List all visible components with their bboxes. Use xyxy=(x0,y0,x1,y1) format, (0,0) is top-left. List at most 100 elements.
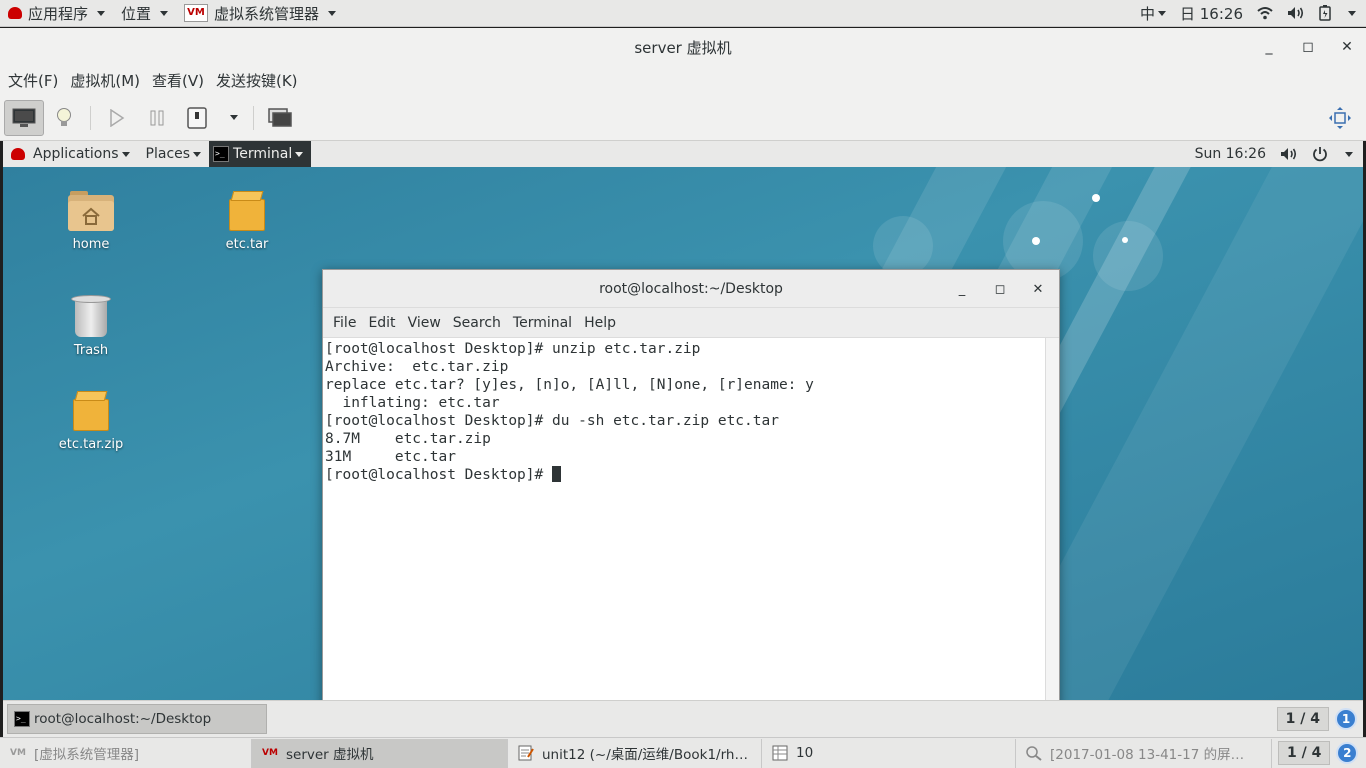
guest-places-menu[interactable]: Places xyxy=(138,141,210,167)
terminal-line: Archive: etc.tar.zip xyxy=(325,359,509,375)
host-task-virt-manager[interactable]: VM [虚拟系统管理器] xyxy=(0,738,252,768)
host-places-menu[interactable]: 位置 xyxy=(113,0,176,27)
guest-display[interactable]: Applications Places >_ Terminal Sun 16:2… xyxy=(3,141,1363,737)
menu-file[interactable]: 文件(F) xyxy=(2,70,64,91)
archive-icon xyxy=(229,191,265,231)
volume-icon[interactable] xyxy=(1280,147,1298,161)
archive-icon xyxy=(73,391,109,431)
maximize-button[interactable]: ◻ xyxy=(981,270,1019,308)
terminal-menu-file[interactable]: File xyxy=(327,315,362,331)
workspace-indicator[interactable]: 1 / 4 xyxy=(1278,741,1331,765)
chevron-down-icon xyxy=(160,10,169,16)
volume-icon[interactable] xyxy=(1287,6,1305,20)
host-task-spreadsheet[interactable]: 10 xyxy=(762,738,1016,768)
terminal-menu-help[interactable]: Help xyxy=(578,315,622,331)
wifi-icon[interactable] xyxy=(1257,6,1273,20)
battery-icon[interactable] xyxy=(1319,5,1331,21)
redhat-logo-icon xyxy=(8,7,22,19)
terminal-scrollbar[interactable] xyxy=(1045,338,1059,710)
guest-applications-label: Applications xyxy=(33,146,119,162)
power-icon[interactable] xyxy=(1312,146,1328,162)
fullscreen-button[interactable] xyxy=(1320,100,1360,136)
guest-applications-menu[interactable]: Applications xyxy=(3,141,138,167)
terminal-menu-terminal[interactable]: Terminal xyxy=(507,315,578,331)
minimize-button[interactable]: _ xyxy=(943,270,981,308)
input-method-indicator[interactable]: 中 xyxy=(1140,3,1166,24)
notification-badge[interactable]: 2 xyxy=(1336,742,1359,764)
host-applications-label: 应用程序 xyxy=(28,4,89,23)
show-details-button[interactable] xyxy=(44,100,84,136)
snapshots-button[interactable] xyxy=(260,100,300,136)
terminal-prompt: [root@localhost Desktop]# xyxy=(325,467,552,483)
minimize-button[interactable]: _ xyxy=(1250,28,1288,66)
chevron-down-icon xyxy=(97,10,106,16)
wallpaper-bokeh xyxy=(873,216,933,276)
system-menu-chevron-icon[interactable] xyxy=(1345,151,1353,157)
terminal-line: 8.7M etc.tar.zip xyxy=(325,431,491,447)
close-button[interactable]: ✕ xyxy=(1019,270,1057,308)
host-active-app-menu[interactable]: VM 虚拟系统管理器 xyxy=(176,0,344,27)
host-applications-menu[interactable]: 应用程序 xyxy=(0,0,113,27)
run-button[interactable] xyxy=(97,100,137,136)
guest-task-terminal[interactable]: >_ root@localhost:~/Desktop xyxy=(7,704,267,734)
terminal-menu-search[interactable]: Search xyxy=(447,315,507,331)
menu-send-key[interactable]: 发送按键(K) xyxy=(210,70,304,91)
pause-icon xyxy=(150,110,164,125)
wallpaper-dot xyxy=(1092,194,1100,202)
host-active-app-label: 虚拟系统管理器 xyxy=(214,4,320,23)
lightbulb-icon xyxy=(57,107,71,126)
guest-top-panel: Applications Places >_ Terminal Sun 16:2… xyxy=(3,141,1363,167)
guest-active-app-label: Terminal xyxy=(233,146,293,162)
terminal-prompt-line[interactable]: [root@localhost Desktop]# xyxy=(325,466,1045,484)
terminal-menu-view[interactable]: View xyxy=(402,315,447,331)
image-viewer-icon xyxy=(1024,745,1044,761)
shutdown-button[interactable] xyxy=(177,100,217,136)
notification-badge[interactable]: 1 xyxy=(1335,708,1357,730)
terminal-window[interactable]: root@localhost:~/Desktop _ ◻ ✕ File Edit… xyxy=(322,269,1060,710)
host-task-server-vm[interactable]: VM server 虚拟机 xyxy=(252,738,508,768)
pause-button[interactable] xyxy=(137,100,177,136)
terminal-menu-edit[interactable]: Edit xyxy=(362,315,401,331)
close-button[interactable]: ✕ xyxy=(1328,28,1366,66)
snapshots-icon xyxy=(268,107,292,127)
maximize-button[interactable]: ◻ xyxy=(1289,28,1327,66)
terminal-icon: >_ xyxy=(213,146,230,162)
terminal-line: [root@localhost Desktop]# du -sh etc.tar… xyxy=(325,413,779,429)
terminal-icon: >_ xyxy=(14,711,30,727)
terminal-line: replace etc.tar? [y]es, [n]o, [A]ll, [N]… xyxy=(325,377,814,393)
host-task-text-editor[interactable]: unit12 (~/桌面/运维/Book1/rh… xyxy=(508,738,762,768)
host-task-screenshot[interactable]: [2017-01-08 13-41-17 的屏… xyxy=(1016,738,1272,768)
input-method-label: 中 xyxy=(1139,4,1155,23)
host-task-label: [虚拟系统管理器] xyxy=(34,747,140,763)
wallpaper-dot xyxy=(1122,237,1128,243)
menu-view[interactable]: 查看(V) xyxy=(146,70,210,91)
guest-active-app-menu[interactable]: >_ Terminal xyxy=(209,141,312,167)
workspace-indicator[interactable]: 1 / 4 xyxy=(1276,707,1329,731)
play-icon xyxy=(110,108,125,127)
guest-clock[interactable]: Sun 16:26 xyxy=(1195,146,1266,162)
vm-window-titlebar[interactable]: server 虚拟机 _ ◻ ✕ xyxy=(0,28,1366,66)
menu-virtual-machine[interactable]: 虚拟机(M) xyxy=(64,70,146,91)
wallpaper-bokeh xyxy=(1093,221,1163,291)
terminal-title: root@localhost:~/Desktop xyxy=(599,280,783,297)
terminal-titlebar[interactable]: root@localhost:~/Desktop _ ◻ ✕ xyxy=(323,270,1059,308)
chevron-down-icon xyxy=(229,115,238,120)
desktop-icon-etc-tar[interactable]: etc.tar xyxy=(202,191,292,252)
desktop-icon-trash[interactable]: Trash xyxy=(46,291,136,358)
vm-toolbar xyxy=(0,95,1366,141)
terminal-output[interactable]: [root@localhost Desktop]# unzip etc.tar.… xyxy=(323,338,1045,710)
fullscreen-icon xyxy=(1329,106,1351,129)
power-icon xyxy=(187,106,207,129)
desktop-icon-label: home xyxy=(72,237,110,252)
trash-icon xyxy=(71,291,111,337)
terminal-line: inflating: etc.tar xyxy=(325,395,500,411)
host-clock[interactable]: 日 16:26 xyxy=(1180,3,1243,24)
desktop-icon-home[interactable]: home xyxy=(46,191,136,252)
shutdown-menu-button[interactable] xyxy=(217,100,247,136)
system-menu-chevron-icon[interactable] xyxy=(1348,10,1356,16)
toolbar-separator xyxy=(90,105,91,130)
chevron-down-icon xyxy=(1158,10,1166,16)
desktop-icon-etc-tar-zip[interactable]: etc.tar.zip xyxy=(46,391,136,452)
show-console-button[interactable] xyxy=(4,99,44,136)
monitor-icon xyxy=(12,108,36,127)
